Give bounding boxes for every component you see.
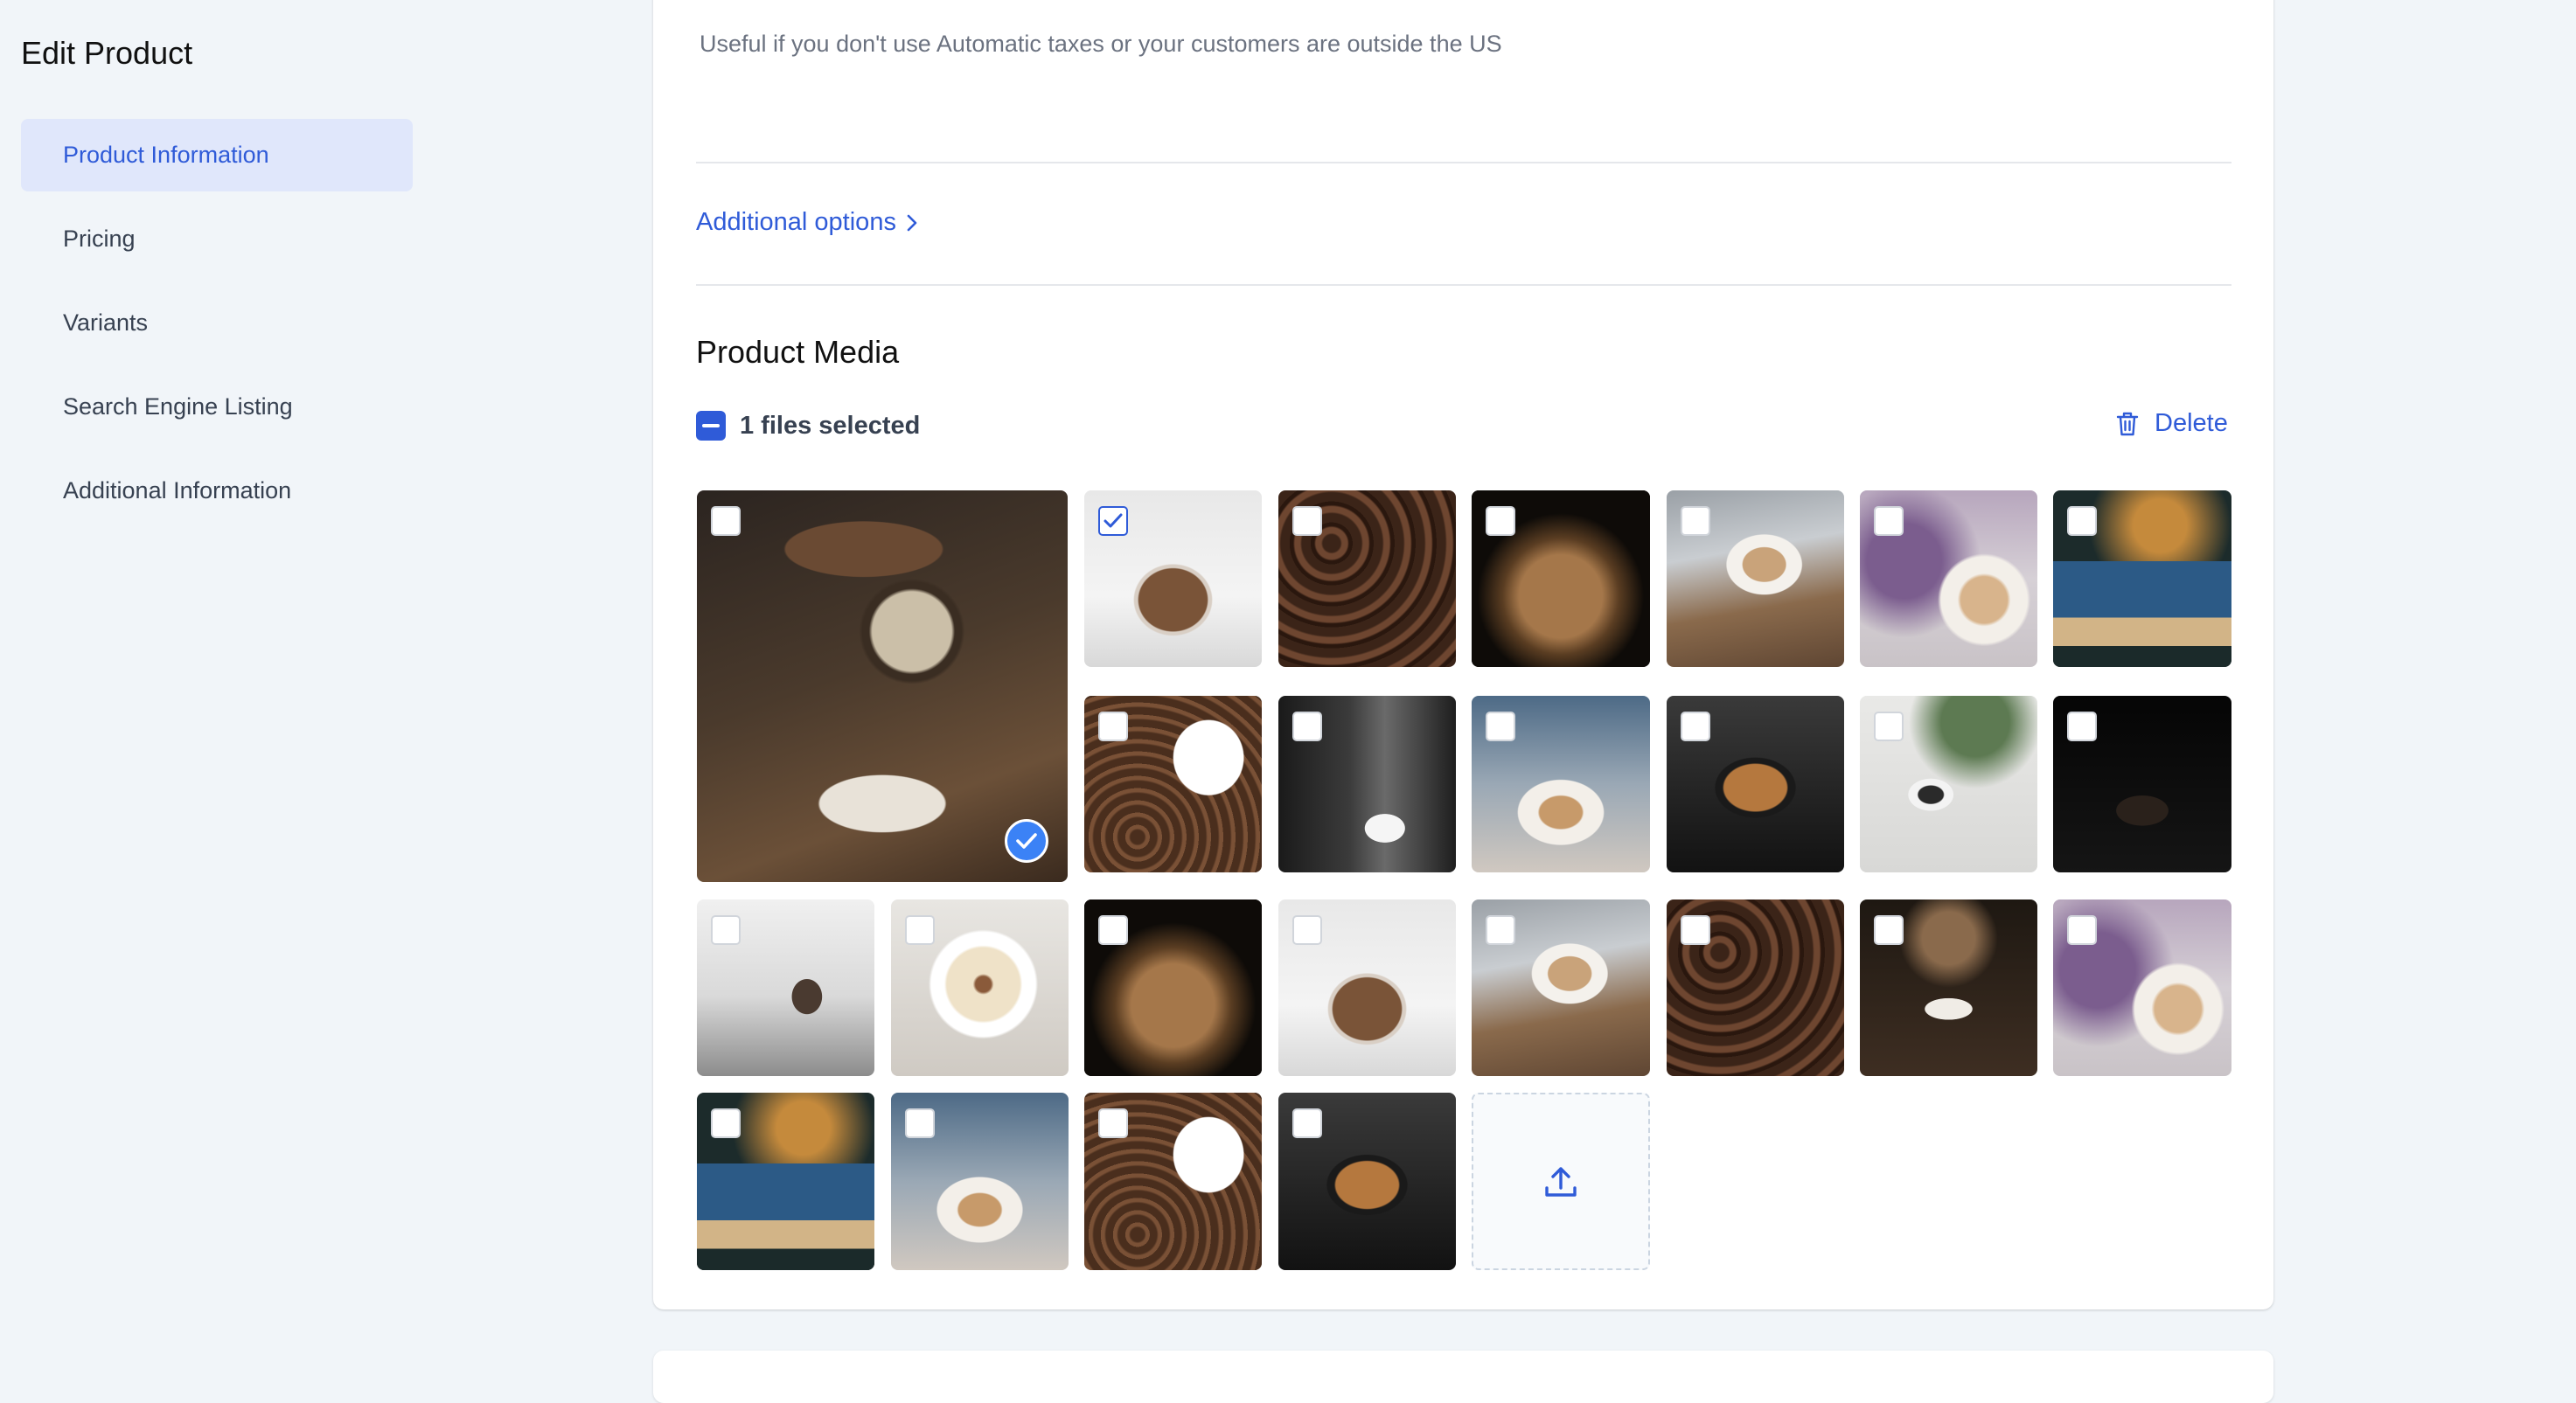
media-checkbox[interactable] [905, 1108, 935, 1138]
media-checkbox[interactable] [1292, 506, 1322, 536]
media-checkbox[interactable] [1874, 712, 1904, 741]
media-checkbox[interactable] [1486, 915, 1515, 945]
sidebar-item-pricing[interactable]: Pricing [21, 203, 413, 275]
media-tile[interactable] [1278, 899, 1456, 1076]
divider [696, 284, 2231, 286]
media-tile[interactable] [1084, 1093, 1262, 1270]
tax-help-text: Useful if you don't use Automatic taxes … [700, 31, 1502, 57]
additional-options-label: Additional options [696, 208, 896, 236]
media-checkbox[interactable] [1681, 506, 1710, 536]
media-checkbox[interactable] [1292, 712, 1322, 741]
featured-check-icon [1005, 819, 1048, 863]
chevron-right-icon [907, 214, 917, 231]
media-tile[interactable] [1472, 490, 1650, 667]
media-tile[interactable] [1860, 696, 2037, 872]
media-checkbox[interactable] [1681, 712, 1710, 741]
delete-label: Delete [2155, 409, 2228, 437]
media-tile[interactable] [1472, 899, 1650, 1076]
media-tile[interactable] [891, 1093, 1069, 1270]
media-tile[interactable] [891, 899, 1069, 1076]
media-tile[interactable] [1667, 490, 1844, 667]
media-checkbox[interactable] [1874, 506, 1904, 536]
upload-icon [1545, 1166, 1577, 1197]
media-checkbox[interactable] [1292, 1108, 1322, 1138]
media-checkbox[interactable] [711, 915, 741, 945]
select-all-checkbox[interactable] [696, 411, 726, 441]
media-tile[interactable] [1667, 899, 1844, 1076]
media-checkbox[interactable] [905, 915, 935, 945]
sidebar-item-search-engine-listing[interactable]: Search Engine Listing [21, 371, 413, 443]
next-card [653, 1351, 2273, 1403]
upload-media-button[interactable] [1472, 1093, 1650, 1270]
delete-button[interactable]: Delete [2114, 409, 2228, 438]
media-tile[interactable] [1084, 696, 1262, 872]
media-tile[interactable] [697, 899, 874, 1076]
sidebar: Edit Product Product Information Pricing… [0, 0, 437, 1365]
media-checkbox[interactable] [2067, 712, 2097, 741]
media-tile[interactable] [1278, 696, 1456, 872]
media-tile[interactable] [2053, 899, 2231, 1076]
selection-bar: 1 files selected [696, 411, 920, 441]
media-checkbox[interactable] [2067, 506, 2097, 536]
page-title: Edit Product [21, 35, 193, 71]
sidebar-item-additional-information[interactable]: Additional Information [21, 455, 413, 527]
media-tile[interactable] [1860, 899, 2037, 1076]
product-media-title: Product Media [696, 334, 900, 370]
media-checkbox[interactable] [711, 506, 741, 536]
divider [696, 162, 2231, 163]
sidebar-item-product-information[interactable]: Product Information [21, 119, 413, 191]
media-tile[interactable] [1084, 490, 1262, 667]
sidebar-item-variants[interactable]: Variants [21, 287, 413, 359]
media-checkbox[interactable] [1292, 915, 1322, 945]
selection-count: 1 files selected [740, 411, 921, 440]
media-tile[interactable] [2053, 490, 2231, 667]
media-checkbox[interactable] [1098, 1108, 1128, 1138]
media-checkbox[interactable] [1486, 506, 1515, 536]
media-tile[interactable] [1667, 696, 1844, 872]
media-checkbox-checked[interactable] [1098, 506, 1128, 536]
media-tile[interactable] [697, 1093, 874, 1270]
media-tile-featured[interactable] [697, 490, 1068, 882]
media-tile[interactable] [1278, 490, 1456, 667]
additional-options-link[interactable]: Additional options [696, 208, 919, 237]
media-checkbox[interactable] [1098, 915, 1128, 945]
trash-icon [2116, 412, 2139, 435]
media-checkbox[interactable] [2067, 915, 2097, 945]
media-checkbox[interactable] [1486, 712, 1515, 741]
media-checkbox[interactable] [1098, 712, 1128, 741]
media-tile[interactable] [1472, 696, 1650, 872]
media-tile[interactable] [1278, 1093, 1456, 1270]
media-checkbox[interactable] [1874, 915, 1904, 945]
media-checkbox[interactable] [1681, 915, 1710, 945]
media-tile[interactable] [2053, 696, 2231, 872]
media-tile[interactable] [1084, 899, 1262, 1076]
media-tile[interactable] [1860, 490, 2037, 667]
media-checkbox[interactable] [711, 1108, 741, 1138]
